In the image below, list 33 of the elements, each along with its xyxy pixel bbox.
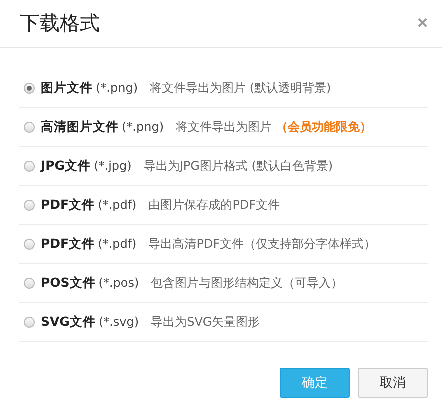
radio-button[interactable] bbox=[24, 238, 35, 250]
radio-button[interactable] bbox=[24, 160, 35, 172]
file-extension: (*.png) bbox=[96, 81, 138, 95]
file-extension: (*.pos) bbox=[98, 276, 140, 290]
option-name: POS文件 bbox=[41, 274, 96, 292]
file-extension: (*.pdf) bbox=[98, 237, 137, 251]
cancel-button[interactable]: 取消 bbox=[358, 368, 428, 398]
option-name: 图片文件 bbox=[41, 80, 93, 96]
radio-button[interactable] bbox=[24, 278, 35, 288]
option-description: 将文件导出为图片 bbox=[176, 118, 272, 136]
radio-button[interactable] bbox=[24, 200, 35, 210]
option-description: 由图片保存成的PDF文件 bbox=[148, 196, 280, 214]
option-name: PDF文件 bbox=[41, 196, 96, 214]
radio-button[interactable] bbox=[24, 122, 35, 132]
option-name: 高清图片文件 bbox=[41, 118, 119, 136]
radio-button[interactable] bbox=[24, 82, 35, 94]
member-note: （会员功能限免） bbox=[276, 118, 372, 136]
option-description: 导出高清PDF文件（仅支持部分字体样式） bbox=[148, 236, 376, 252]
option-description: 导出为SVG矢量图形 bbox=[151, 314, 260, 330]
confirm-button[interactable]: 确定 bbox=[280, 368, 350, 398]
file-extension: (*.svg) bbox=[98, 315, 140, 329]
dialog-title: 下载格式 bbox=[20, 10, 100, 37]
radio-button[interactable] bbox=[24, 316, 35, 328]
option-description: 导出为JPG图片格式 (默认白色背景) bbox=[144, 158, 334, 174]
file-extension: (*.pdf) bbox=[98, 198, 137, 212]
option-name: PDF文件 bbox=[41, 236, 96, 252]
file-extension: (*.png) bbox=[122, 120, 164, 134]
file-extension: (*.jpg) bbox=[94, 159, 132, 173]
option-name: JPG文件 bbox=[41, 158, 92, 174]
option-name: SVG文件 bbox=[41, 314, 96, 330]
option-description: 将文件导出为图片 (默认透明背景) bbox=[150, 80, 332, 96]
option-description: 包含图片与图形结构定义（可导入） bbox=[151, 274, 344, 292]
close-button[interactable]: × bbox=[415, 13, 430, 34]
